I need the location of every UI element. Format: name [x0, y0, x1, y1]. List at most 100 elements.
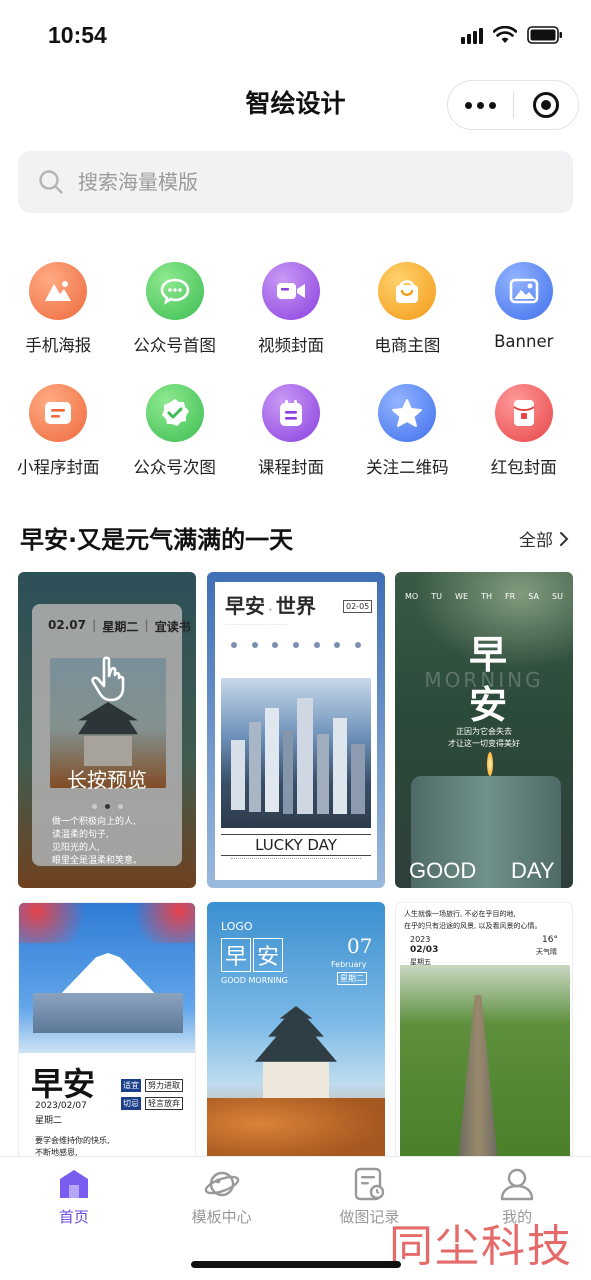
good-text: GOOD — [409, 858, 477, 883]
category-label: Banner — [494, 332, 554, 351]
signal-icon — [461, 26, 483, 44]
user-icon — [500, 1168, 534, 1201]
template-card[interactable]: 人生就像一场旅行, 不必在乎目的地, 在乎的只有沿途的风景, 以及看风景的心情。… — [395, 902, 573, 1156]
wechat-icon — [145, 262, 204, 320]
category-ecommerce[interactable]: 电商主图 — [349, 258, 465, 380]
card-day: 07 — [347, 934, 373, 958]
weekday-label: TH — [481, 592, 492, 601]
card-title-zao: 早 — [469, 633, 508, 677]
template-card[interactable]: 早安 2023/02/07 星期二 适宜 努力进取 切忌 轻言放弃 要学会维持你… — [18, 902, 196, 1156]
category-label: 视频封面 — [257, 336, 324, 355]
category-red-envelope[interactable]: 红包封面 — [466, 380, 582, 502]
red-envelope-icon — [494, 384, 553, 442]
category-label: 手机海报 — [25, 336, 92, 355]
close-mini-program-button[interactable] — [514, 81, 579, 129]
template-grid: 02.07 | 星期二 | 宜读书 长按预览 做一个积极向上的人, 读温柔的句子… — [18, 572, 574, 1156]
category-label: 电商主图 — [374, 336, 441, 355]
more-button[interactable] — [448, 81, 513, 129]
card-month: February — [331, 960, 367, 969]
mini-program-capsule — [447, 80, 579, 130]
card-date: 02/03 — [410, 945, 439, 955]
weekday-label: SU — [551, 592, 563, 601]
card-line: 正因为它会失去 — [456, 727, 512, 736]
category-grid: 手机海报 公众号首图 视频封面 电商主图 Banner 小程序封面 公众号次图 … — [0, 258, 591, 502]
chevron-right-icon — [560, 531, 569, 546]
document-icon — [29, 384, 88, 442]
card-weekday: 星期二 — [337, 972, 367, 985]
template-card[interactable]: LOGO 早 安 GOOD MORNING 07 February 星期二 — [207, 902, 385, 1156]
category-follow-qrcode[interactable]: 关注二维码 — [349, 380, 465, 502]
category-phone-poster[interactable]: 手机海报 — [0, 258, 116, 380]
search-bar[interactable] — [18, 151, 573, 213]
card-line: 读温柔的句子, — [52, 830, 109, 840]
suitable-tag: 适宜 — [121, 1079, 141, 1092]
tab-label: 模板中心 — [191, 1208, 252, 1226]
shopping-bag-icon — [378, 262, 437, 320]
home-icon — [59, 1170, 88, 1198]
card-line: 做一个积极向上的人, — [52, 817, 136, 827]
badge-check-icon — [145, 384, 204, 442]
template-card[interactable]: MO TU WE TH FR SA SU MORNING 早 安 正因为它会失去… — [395, 572, 573, 888]
card-title: 早安 — [31, 1065, 96, 1103]
category-label: 公众号次图 — [133, 458, 216, 477]
view-all-link[interactable]: 全部 — [519, 526, 569, 551]
card-subtitle: GOOD MORNING — [221, 976, 288, 985]
category-banner[interactable]: Banner — [466, 258, 582, 380]
status-bar: 10:54 — [0, 0, 591, 72]
card-temperature: 16° — [542, 935, 558, 945]
search-icon — [39, 170, 63, 194]
tab-home[interactable]: 首页 — [0, 1157, 148, 1280]
image-icon — [494, 262, 553, 320]
avoid-text: 轻言放弃 — [145, 1097, 183, 1110]
suitable-text: 努力进取 — [145, 1079, 183, 1092]
category-video-cover[interactable]: 视频封面 — [233, 258, 349, 380]
watermark-text: 同尘科技 — [389, 1221, 573, 1272]
card-line: 才让这一切变得美好 — [448, 739, 520, 748]
card-title-zao: 早 — [221, 938, 252, 972]
tab-label: 首页 — [58, 1208, 89, 1226]
card-line: 见阳光的人, — [52, 843, 100, 853]
card-date: 2023/02/07 — [35, 1101, 87, 1111]
card-title-an: 安 — [469, 683, 508, 727]
nav-bar: 智绘设计 — [0, 72, 591, 134]
weekday-label: SA — [528, 592, 539, 601]
long-press-preview-label: 长按预览 — [67, 768, 147, 792]
battery-icon — [527, 26, 562, 44]
avoid-tag: 切忌 — [121, 1097, 141, 1110]
video-icon — [261, 262, 320, 320]
hand-pointer-icon — [91, 656, 125, 702]
card-line: 眼里全是温柔和笑意。 — [52, 856, 143, 866]
category-wechat-secondary[interactable]: 公众号次图 — [116, 380, 232, 502]
home-indicator — [191, 1261, 401, 1268]
category-label: 红包封面 — [490, 458, 557, 477]
calendar-icon — [261, 384, 320, 442]
status-icons — [461, 26, 563, 44]
section-title: 早安·又是元气满满的一天 — [20, 526, 294, 554]
weekday-label: TU — [431, 592, 442, 601]
more-dots-icon — [464, 101, 496, 109]
card-quote: 人生就像一场旅行, 不必在乎目的地, — [404, 910, 516, 918]
category-label: 关注二维码 — [366, 458, 449, 477]
day-text: DAY — [511, 858, 555, 883]
category-course-cover[interactable]: 课程封面 — [233, 380, 349, 502]
card-line: 不断地感恩, — [35, 1148, 78, 1156]
weekday-label: WE — [455, 592, 469, 601]
search-input[interactable] — [78, 170, 528, 194]
card-title-an: 安 — [253, 938, 284, 972]
card-title-2: 世界 — [275, 594, 316, 618]
record-icon — [355, 1167, 385, 1201]
category-label: 课程封面 — [257, 458, 324, 477]
card-year: 2023 — [410, 935, 431, 944]
category-wechat-header[interactable]: 公众号首图 — [116, 258, 232, 380]
planet-icon — [204, 1171, 239, 1197]
weekday-label: FR — [505, 592, 516, 601]
view-all-label: 全部 — [519, 531, 553, 551]
target-icon — [532, 92, 559, 118]
category-label: 公众号首图 — [133, 336, 216, 355]
card-title: 早安 — [225, 594, 265, 618]
category-mini-program-cover[interactable]: 小程序封面 — [0, 380, 116, 502]
template-card[interactable]: 早安 · 世界 02-05 · · · · · · · · · · · · · … — [207, 572, 385, 888]
card-date: 02-05 — [343, 600, 373, 613]
status-time: 10:54 — [48, 22, 107, 48]
template-card[interactable]: 02.07 | 星期二 | 宜读书 长按预览 做一个积极向上的人, 读温柔的句子… — [18, 572, 196, 888]
